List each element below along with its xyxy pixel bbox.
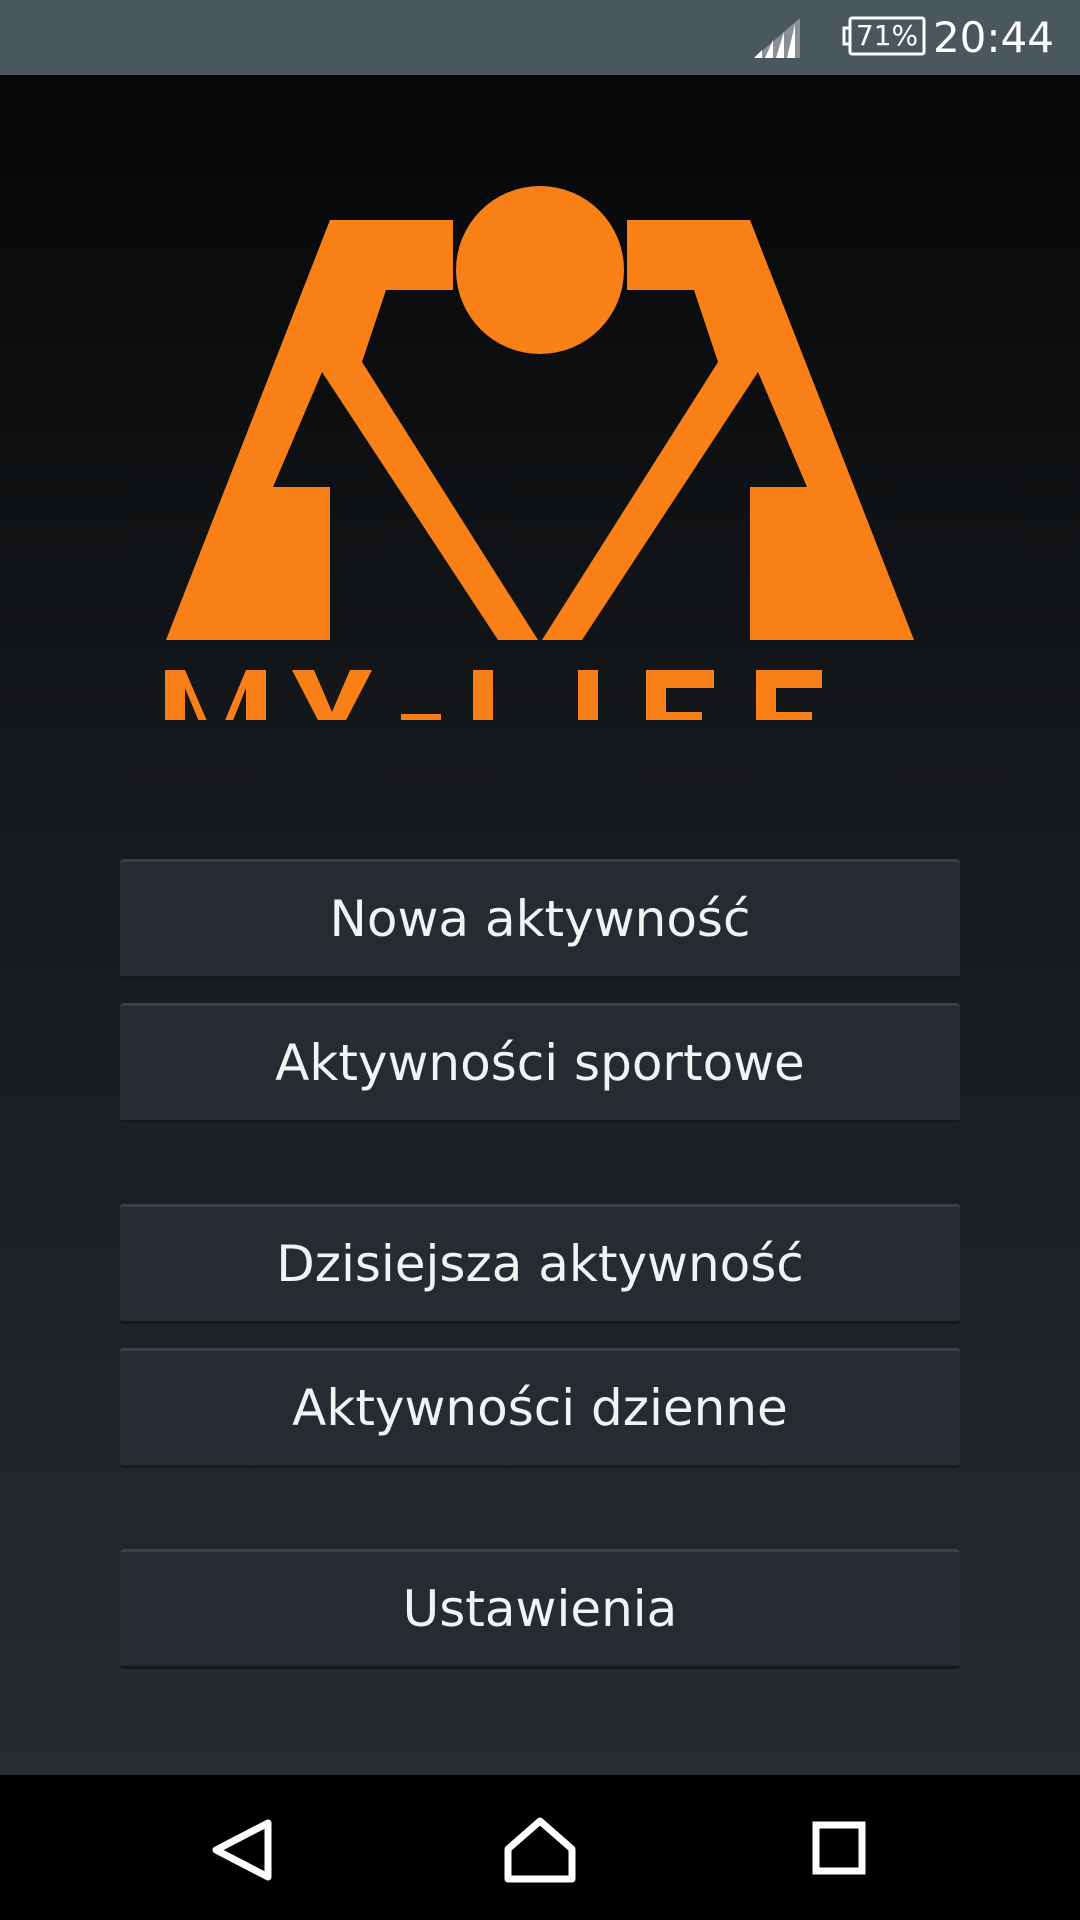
home-icon[interactable] xyxy=(500,1815,580,1885)
navigation-bar xyxy=(0,1775,1080,1920)
battery-percentage: 71% xyxy=(855,19,919,52)
status-bar: 71% 20:44 xyxy=(0,0,1080,75)
clock: 20:44 xyxy=(932,13,1054,62)
my-life-logo xyxy=(165,186,914,720)
back-icon[interactable] xyxy=(200,1815,280,1885)
settings-button[interactable]: Ustawienia xyxy=(120,1549,960,1669)
today-activity-button[interactable]: Dzisiejsza aktywność xyxy=(120,1204,960,1324)
daily-activities-button[interactable]: Aktywności dzienne xyxy=(120,1348,960,1468)
recents-icon[interactable] xyxy=(800,1815,880,1885)
app-main: Nowa aktywność Aktywności sportowe Dzisi… xyxy=(0,75,1080,1775)
new-activity-button[interactable]: Nowa aktywność xyxy=(120,859,960,979)
signal-icon xyxy=(754,18,800,58)
sport-activities-button[interactable]: Aktywności sportowe xyxy=(120,1003,960,1123)
